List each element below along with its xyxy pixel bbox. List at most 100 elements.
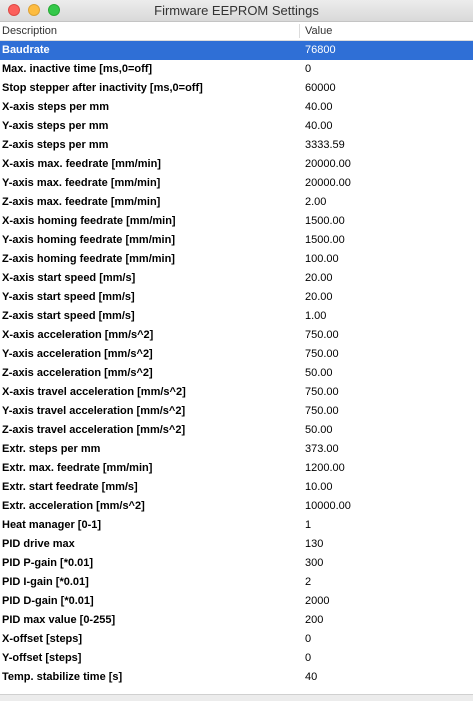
column-header-description[interactable]: Description <box>2 25 57 37</box>
setting-description: Z-axis travel acceleration [mm/s^2] <box>2 424 186 436</box>
setting-value[interactable]: 50.00 <box>305 367 333 379</box>
setting-value[interactable]: 2 <box>305 576 311 588</box>
setting-value[interactable]: 750.00 <box>305 405 339 417</box>
setting-description: Temp. stabilize time [s] <box>2 671 123 683</box>
table-row[interactable]: Y-axis steps per mm 40.00 <box>0 117 473 136</box>
table-row[interactable]: Y-axis homing feedrate [mm/min] 1500.00 <box>0 231 473 250</box>
setting-value[interactable]: 10.00 <box>305 481 333 493</box>
setting-description: Baudrate <box>2 44 50 56</box>
table-row[interactable]: Extr. max. feedrate [mm/min] 1200.00 <box>0 459 473 478</box>
setting-value[interactable]: 20.00 <box>305 291 333 303</box>
setting-value[interactable]: 300 <box>305 557 323 569</box>
column-header-value[interactable]: Value <box>305 25 332 37</box>
setting-value[interactable]: 1.00 <box>305 310 326 322</box>
setting-value[interactable]: 1200.00 <box>305 462 345 474</box>
setting-value[interactable]: 750.00 <box>305 386 339 398</box>
setting-description: Extr. steps per mm <box>2 443 101 455</box>
table-row[interactable]: Z-axis max. feedrate [mm/min] 2.00 <box>0 193 473 212</box>
table-row[interactable]: Temp. stabilize time [s] 40 <box>0 668 473 687</box>
table-row[interactable]: PID drive max 130 <box>0 535 473 554</box>
setting-value[interactable]: 0 <box>305 63 311 75</box>
setting-description: Extr. start feedrate [mm/s] <box>2 481 138 493</box>
setting-value[interactable]: 76800 <box>305 44 336 56</box>
setting-description: Stop stepper after inactivity [ms,0=off] <box>2 82 203 94</box>
table-row[interactable]: Extr. start feedrate [mm/s] 10.00 <box>0 478 473 497</box>
window-title: Firmware EEPROM Settings <box>154 3 319 18</box>
table-row[interactable]: Z-axis travel acceleration [mm/s^2] 50.00 <box>0 421 473 440</box>
table-row[interactable]: Y-axis max. feedrate [mm/min] 20000.00 <box>0 174 473 193</box>
setting-value[interactable]: 1500.00 <box>305 234 345 246</box>
table-header: Description Value <box>0 22 473 41</box>
setting-description: PID drive max <box>2 538 75 550</box>
setting-description: Z-axis acceleration [mm/s^2] <box>2 367 153 379</box>
setting-description: X-axis max. feedrate [mm/min] <box>2 158 161 170</box>
table-row[interactable]: X-axis steps per mm 40.00 <box>0 98 473 117</box>
column-divider[interactable] <box>299 24 300 38</box>
table-row[interactable]: X-axis max. feedrate [mm/min] 20000.00 <box>0 155 473 174</box>
table-row[interactable]: Z-axis steps per mm 3333.59 <box>0 136 473 155</box>
table-row[interactable]: Heat manager [0-1] 1 <box>0 516 473 535</box>
table-row[interactable]: Y-axis acceleration [mm/s^2] 750.00 <box>0 345 473 364</box>
table-row[interactable]: Z-axis acceleration [mm/s^2] 50.00 <box>0 364 473 383</box>
setting-value[interactable]: 0 <box>305 633 311 645</box>
table-row[interactable]: Extr. steps per mm 373.00 <box>0 440 473 459</box>
setting-description: X-axis steps per mm <box>2 101 109 113</box>
setting-description: X-axis homing feedrate [mm/min] <box>2 215 176 227</box>
table-row[interactable]: X-axis travel acceleration [mm/s^2] 750.0… <box>0 383 473 402</box>
setting-description: X-axis acceleration [mm/s^2] <box>2 329 154 341</box>
setting-value[interactable]: 20.00 <box>305 272 333 284</box>
setting-description: X-axis travel acceleration [mm/s^2] <box>2 386 186 398</box>
setting-value[interactable]: 1500.00 <box>305 215 345 227</box>
table-row[interactable]: PID max value [0-255] 200 <box>0 611 473 630</box>
setting-value[interactable]: 60000 <box>305 82 336 94</box>
window-bottom-bar <box>0 694 473 701</box>
eeprom-settings-window: Firmware EEPROM Settings Description Val… <box>0 0 473 701</box>
table-row[interactable]: X-offset [steps] 0 <box>0 630 473 649</box>
table-row[interactable]: PID I-gain [*0.01] 2 <box>0 573 473 592</box>
title-bar[interactable]: Firmware EEPROM Settings <box>0 0 473 22</box>
table-row[interactable]: Y-axis start speed [mm/s] 20.00 <box>0 288 473 307</box>
setting-value[interactable]: 750.00 <box>305 348 339 360</box>
setting-description: PID max value [0-255] <box>2 614 116 626</box>
table-row[interactable]: Extr. acceleration [mm/s^2] 10000.00 <box>0 497 473 516</box>
setting-value[interactable]: 10000.00 <box>305 500 351 512</box>
table-row[interactable]: Y-offset [steps] 0 <box>0 649 473 668</box>
setting-value[interactable]: 100.00 <box>305 253 339 265</box>
setting-value[interactable]: 40.00 <box>305 120 333 132</box>
setting-description: X-axis start speed [mm/s] <box>2 272 136 284</box>
setting-value[interactable]: 200 <box>305 614 323 626</box>
setting-description: Y-axis homing feedrate [mm/min] <box>2 234 175 246</box>
setting-value[interactable]: 20000.00 <box>305 177 351 189</box>
setting-description: Y-axis travel acceleration [mm/s^2] <box>2 405 186 417</box>
setting-value[interactable]: 373.00 <box>305 443 339 455</box>
setting-value[interactable]: 1 <box>305 519 311 531</box>
setting-value[interactable]: 40 <box>305 671 317 683</box>
table-row[interactable]: Stop stepper after inactivity [ms,0=off]… <box>0 79 473 98</box>
setting-value[interactable]: 130 <box>305 538 323 550</box>
settings-table-body: Baudrate 76800 Max. inactive time [ms,0=of… <box>0 41 473 687</box>
table-row[interactable]: PID D-gain [*0.01] 2000 <box>0 592 473 611</box>
table-row[interactable]: Y-axis travel acceleration [mm/s^2] 750.0… <box>0 402 473 421</box>
setting-value[interactable]: 750.00 <box>305 329 339 341</box>
setting-value[interactable]: 20000.00 <box>305 158 351 170</box>
table-row[interactable]: Z-axis homing feedrate [mm/min] 100.00 <box>0 250 473 269</box>
setting-description: Z-axis start speed [mm/s] <box>2 310 135 322</box>
setting-description: Extr. max. feedrate [mm/min] <box>2 462 153 474</box>
setting-description: Y-offset [steps] <box>2 652 82 664</box>
setting-value[interactable]: 50.00 <box>305 424 333 436</box>
table-row[interactable]: Max. inactive time [ms,0=off] 0 <box>0 60 473 79</box>
setting-value[interactable]: 40.00 <box>305 101 333 113</box>
table-row[interactable]: Z-axis start speed [mm/s] 1.00 <box>0 307 473 326</box>
table-row[interactable]: X-axis start speed [mm/s] 20.00 <box>0 269 473 288</box>
setting-value[interactable]: 2000 <box>305 595 329 607</box>
setting-description: Y-axis steps per mm <box>2 120 109 132</box>
table-row[interactable]: Baudrate 76800 <box>0 41 473 60</box>
table-row[interactable]: PID P-gain [*0.01] 300 <box>0 554 473 573</box>
setting-value[interactable]: 0 <box>305 652 311 664</box>
table-row[interactable]: X-axis acceleration [mm/s^2] 750.00 <box>0 326 473 345</box>
table-row[interactable]: X-axis homing feedrate [mm/min] 1500.00 <box>0 212 473 231</box>
setting-description: Max. inactive time [ms,0=off] <box>2 63 153 75</box>
setting-value[interactable]: 2.00 <box>305 196 326 208</box>
setting-value[interactable]: 3333.59 <box>305 139 345 151</box>
setting-description: PID I-gain [*0.01] <box>2 576 89 588</box>
